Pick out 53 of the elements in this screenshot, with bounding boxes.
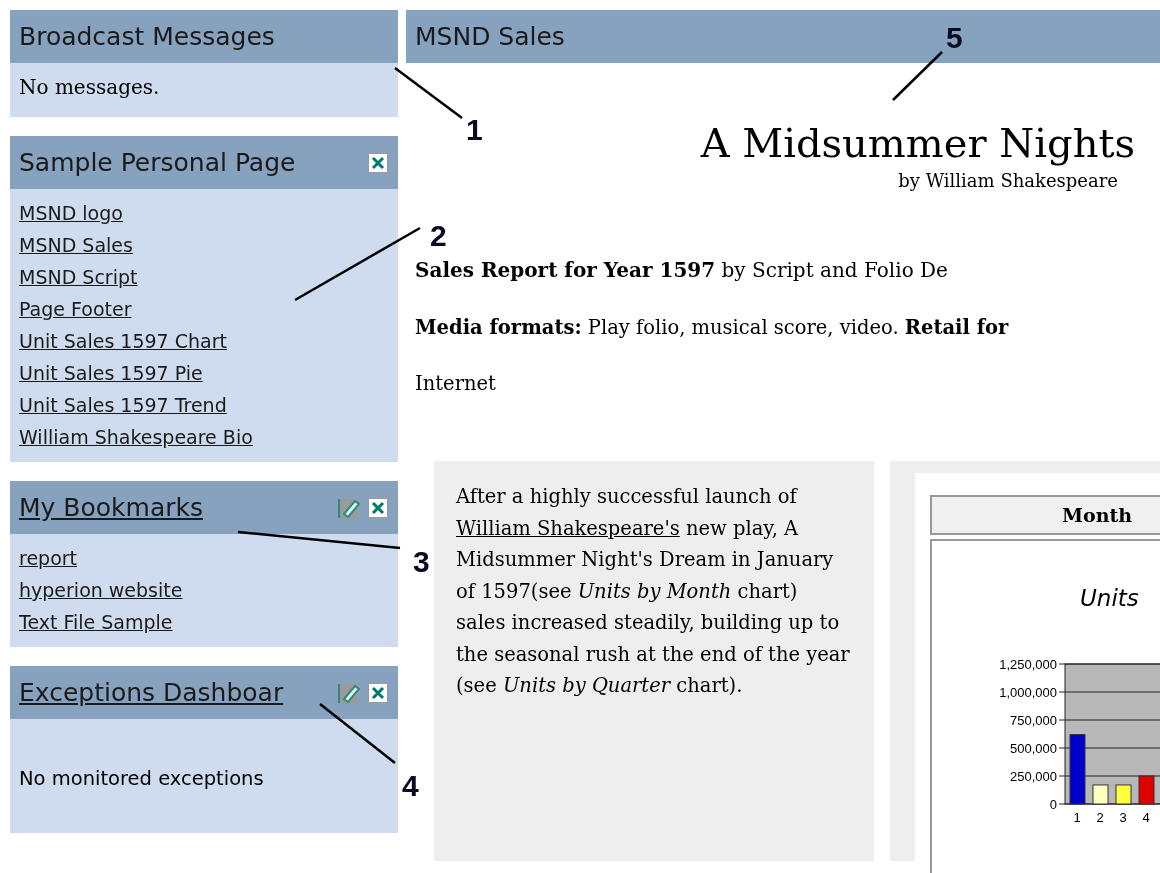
y-tick-label: 750,000: [1010, 713, 1057, 728]
x-tick-label: 3: [1119, 810, 1127, 825]
portlet-link[interactable]: Text File Sample: [19, 606, 173, 638]
portlet-link[interactable]: William Shakespeare Bio: [19, 421, 253, 453]
portlet-link[interactable]: report: [19, 542, 78, 574]
edit-icon[interactable]: [338, 681, 360, 704]
callout-number: 2: [430, 219, 447, 252]
panel-title: MSND Sales: [415, 22, 565, 51]
portlet-link[interactable]: Unit Sales 1597 Trend: [19, 389, 227, 421]
portlet-title[interactable]: Exceptions Dashboar: [19, 678, 330, 707]
y-tick-label: 1,000,000: [999, 685, 1057, 700]
chart-title: Units: [1080, 585, 1139, 611]
story-text: After a highly successful launch of William Shakespeare's new play, A Midsummer Night's Dream in January of 1597(see Units by Month chart) sales increased steadily, building up to the seasonal rush at the end of the year (see Units by Quarter chart).: [456, 484, 851, 699]
logo-byline: by William Shakespeare: [898, 170, 1118, 191]
portlet-link[interactable]: hyperion website: [19, 574, 183, 606]
portlet-link[interactable]: MSND Script: [19, 261, 138, 293]
y-tick-label: 500,000: [1010, 741, 1057, 756]
close-icon[interactable]: [368, 682, 388, 703]
callout-number: 5: [946, 21, 963, 54]
x-tick-label: 1: [1073, 810, 1081, 825]
leader-line: [892, 51, 943, 101]
y-tick-label: 1,250,000: [999, 657, 1057, 672]
status-text: No monitored exceptions: [19, 766, 264, 792]
x-tick-label: 4: [1142, 810, 1150, 825]
chart-header: Month: [1062, 504, 1133, 526]
portlet-link[interactable]: MSND logo: [19, 197, 123, 229]
bar: [1138, 775, 1155, 805]
message-text: No messages.: [19, 74, 161, 101]
callout-number: 4: [402, 769, 419, 802]
intro-text: Internet: [415, 371, 496, 397]
x-tick-label: 2: [1096, 810, 1104, 825]
callout-number: 1: [466, 113, 483, 146]
portlet-link[interactable]: MSND Sales: [19, 229, 133, 261]
leader-line: [394, 67, 463, 119]
portlet-title: Sample Personal Page: [19, 148, 297, 177]
logo-title: A Midsummer Nights: [700, 119, 1135, 168]
portlet-link[interactable]: Unit Sales 1597 Pie: [19, 357, 203, 389]
y-tick-label: 250,000: [1010, 769, 1057, 784]
report-title: Sales Report for Year 1597 by Script and Folio De: [415, 258, 948, 282]
portlet-title: Broadcast Messages: [19, 22, 276, 51]
intro-text: Media formats: Play folio, musical score, video. Retail for: [415, 315, 1009, 341]
bar: [1115, 784, 1132, 805]
bar: [1069, 734, 1086, 805]
y-tick-label: 0: [1049, 797, 1057, 812]
author-link[interactable]: William Shakespeare's: [456, 516, 680, 540]
portlet-link[interactable]: Unit Sales 1597 Chart: [19, 325, 227, 357]
close-icon[interactable]: [368, 152, 388, 173]
close-icon[interactable]: [368, 497, 388, 518]
portlet-title[interactable]: My Bookmarks: [19, 493, 330, 522]
bar: [1092, 784, 1109, 805]
callout-number: 3: [413, 545, 430, 578]
edit-icon[interactable]: [338, 496, 360, 519]
portlet-link[interactable]: Page Footer: [19, 293, 132, 325]
